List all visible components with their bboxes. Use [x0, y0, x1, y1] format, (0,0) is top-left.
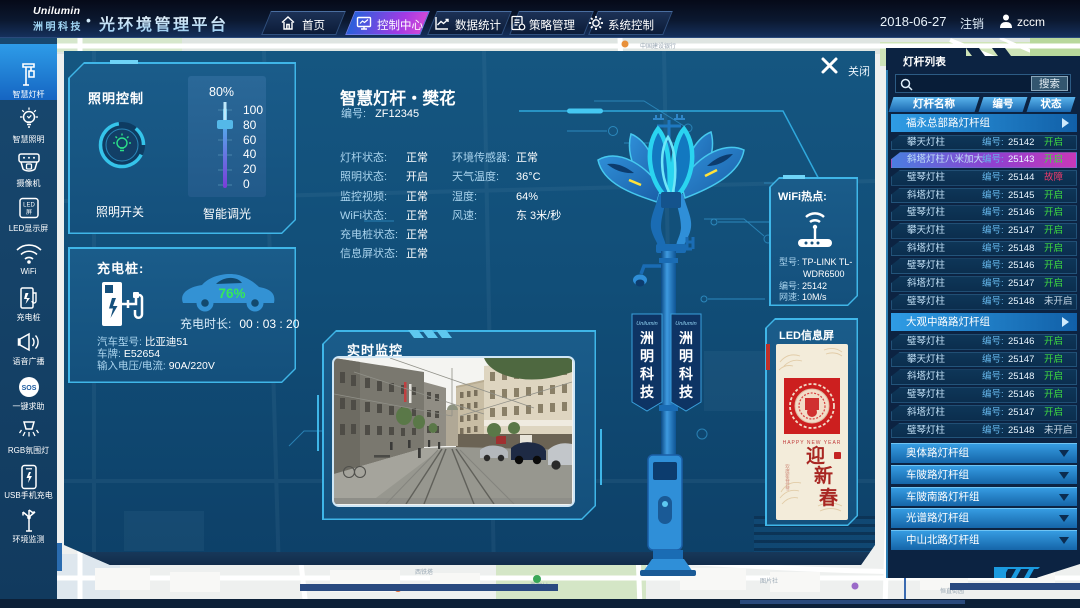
svg-text:76%: 76%: [218, 286, 245, 301]
svg-text:LED: LED: [23, 203, 35, 209]
svg-text:新: 新: [814, 464, 833, 487]
svg-text:Unilumin: Unilumin: [636, 321, 657, 327]
svg-text:Unilumin: Unilumin: [675, 321, 696, 327]
svg-text:明: 明: [679, 348, 693, 364]
svg-text:明: 明: [640, 348, 654, 364]
svg-text:技: 技: [679, 384, 694, 400]
svg-text:西铁塔: 西铁塔: [415, 568, 433, 576]
svg-text:洲: 洲: [679, 330, 693, 346]
svg-text:技: 技: [640, 384, 655, 400]
svg-text:科: 科: [640, 366, 654, 382]
svg-text:洲: 洲: [640, 330, 654, 346]
svg-text:SOS: SOS: [21, 385, 36, 392]
svg-text:屏: 屏: [25, 209, 31, 216]
svg-text:中国建设银行: 中国建设银行: [640, 42, 676, 50]
svg-text:图片社: 图片社: [760, 577, 778, 585]
svg-text:春: 春: [819, 486, 838, 509]
svg-text:科: 科: [679, 366, 693, 382]
svg-text:迎: 迎: [806, 444, 825, 467]
svg-text:欢度新春佳节: 欢度新春佳节: [785, 463, 791, 493]
